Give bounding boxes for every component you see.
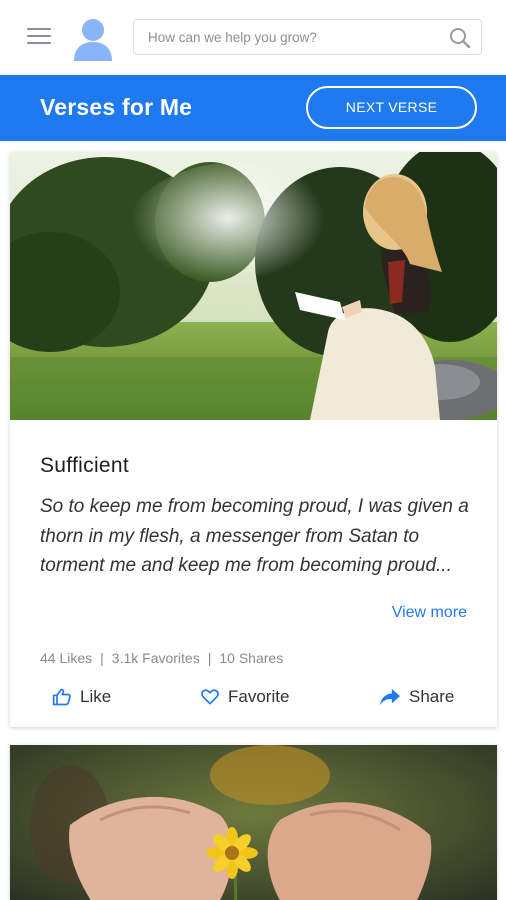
view-more-link[interactable]: View more xyxy=(392,604,467,622)
next-verse-button[interactable]: NEXT VERSE xyxy=(306,86,477,129)
verse-card xyxy=(10,745,497,900)
verse-card: Sufficient So to keep me from becoming p… xyxy=(10,152,497,727)
share-arrow-icon xyxy=(380,688,400,706)
favorites-count: 3.1k Favorites xyxy=(111,650,200,666)
search-input[interactable] xyxy=(148,20,438,54)
share-label: Share xyxy=(409,687,455,706)
favorite-label: Favorite xyxy=(228,687,290,706)
verse-image xyxy=(10,152,497,420)
top-app-bar xyxy=(0,0,506,75)
verse-stats: 44 Likes | 3.1k Favorites | 10 Shares xyxy=(40,650,283,666)
search-icon[interactable] xyxy=(449,27,471,49)
verse-image xyxy=(10,745,497,900)
user-avatar-icon[interactable] xyxy=(72,17,114,61)
stats-separator: | xyxy=(100,650,104,666)
verse-actions: Like Favorite Share xyxy=(10,682,497,712)
stats-separator: | xyxy=(207,650,212,666)
like-button[interactable]: Like xyxy=(52,682,111,712)
shares-count: 10 Shares xyxy=(219,650,284,666)
hamburger-menu-icon[interactable] xyxy=(27,28,51,46)
share-button[interactable]: Share xyxy=(379,682,454,712)
favorite-button[interactable]: Favorite xyxy=(200,682,289,712)
verse-text: So to keep me from becoming proud, I was… xyxy=(40,496,469,576)
verses-banner: Verses for Me NEXT VERSE xyxy=(0,75,506,141)
page-title: Verses for Me xyxy=(40,94,193,120)
verse-title: Sufficient xyxy=(40,454,129,477)
search-bar[interactable] xyxy=(133,19,482,55)
like-label: Like xyxy=(80,687,112,706)
heart-icon xyxy=(201,689,219,705)
likes-count: 44 Likes xyxy=(40,650,93,666)
thumbs-up-icon xyxy=(52,688,71,706)
